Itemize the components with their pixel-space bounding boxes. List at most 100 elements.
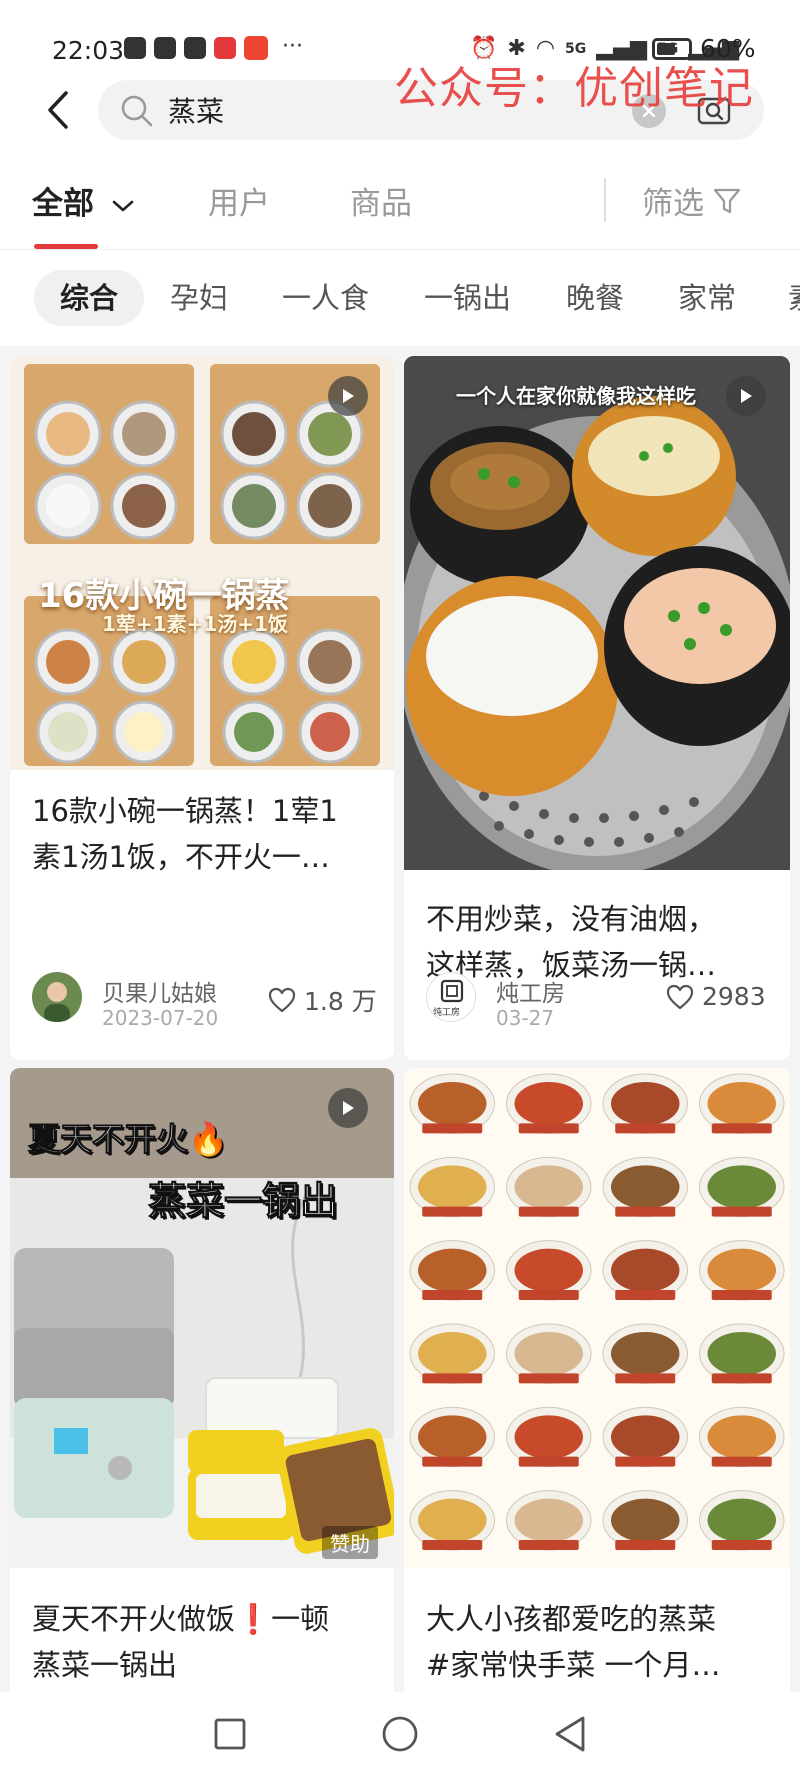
chevron-left-icon xyxy=(48,91,68,129)
collage-label-band xyxy=(422,1123,483,1134)
collage-dish xyxy=(707,1498,776,1542)
tab-products[interactable]: 商品 xyxy=(350,178,412,223)
notification-icons xyxy=(124,36,268,60)
wechat-icon xyxy=(184,37,206,59)
active-tab-indicator xyxy=(34,244,98,249)
cover-overlay-subtitle: 蒸菜一锅出 xyxy=(147,1179,339,1224)
collage-label-band xyxy=(711,1123,772,1134)
card-cover-image xyxy=(404,1068,790,1568)
back-button[interactable] xyxy=(38,82,78,138)
collage-dish xyxy=(514,1248,583,1292)
video-play-icon xyxy=(726,376,766,416)
watermark-text: 公众号：优创笔记 xyxy=(394,63,754,114)
collage-dish xyxy=(707,1415,776,1459)
collage-dish xyxy=(418,1498,487,1542)
collage-dish xyxy=(611,1082,680,1126)
filter-label: 筛选 xyxy=(642,186,704,222)
post-date: 2023-07-20 xyxy=(102,1006,219,1030)
status-time: 22:03 xyxy=(52,36,125,65)
search-icon xyxy=(121,95,153,127)
result-card[interactable]: 夏天不开火🔥 蒸菜一锅出 赞助 夏天不开火做饭❗一顿 蒸菜一锅出 xyxy=(10,1068,394,1692)
system-nav-bar xyxy=(0,1692,800,1776)
listen-app-icon xyxy=(244,36,268,60)
square-icon xyxy=(214,1718,246,1750)
collage-label-band xyxy=(711,1540,772,1550)
filter-button[interactable]: 筛选 xyxy=(642,178,742,223)
collage-label-band xyxy=(615,1540,676,1550)
system-back-button[interactable] xyxy=(548,1712,592,1756)
chip-one-pot[interactable]: 一锅出 xyxy=(424,270,511,326)
collage-dish xyxy=(514,1415,583,1459)
card-cover-image: 一个人在家你就像我这样吃 xyxy=(404,356,790,870)
collage-label-band xyxy=(518,1456,579,1467)
like-button[interactable]: 2983 xyxy=(666,982,766,1011)
collage-dish xyxy=(418,1248,487,1292)
tab-users[interactable]: 用户 xyxy=(208,178,270,223)
post-date: 03-27 xyxy=(496,1006,555,1030)
recent-apps-button[interactable] xyxy=(208,1712,252,1756)
collage-dish xyxy=(707,1248,776,1292)
heart-icon xyxy=(666,984,694,1009)
result-card[interactable]: 大人小孩都爱吃的蒸菜 #家常快手菜 一个月… xyxy=(404,1068,790,1692)
card-title-line2: 蒸菜一锅出 xyxy=(32,1648,178,1682)
author-name[interactable]: 炖工房 xyxy=(496,974,565,1008)
chip-comprehensive[interactable]: 综合 xyxy=(34,270,144,326)
collage-label-band xyxy=(422,1373,483,1384)
author-name[interactable]: 贝果儿姑娘 xyxy=(102,974,217,1008)
collage-label-band xyxy=(518,1540,579,1550)
tab-all-label: 全部 xyxy=(32,186,94,222)
collage-dish xyxy=(514,1165,583,1209)
tab-all[interactable]: 全部 xyxy=(32,178,135,223)
home-button[interactable] xyxy=(378,1712,422,1756)
chevron-down-icon xyxy=(112,200,134,212)
chip-homestyle[interactable]: 家常 xyxy=(678,270,736,326)
collage-dish xyxy=(514,1498,583,1542)
collage-label-band xyxy=(422,1290,483,1300)
check-icon xyxy=(154,37,176,59)
card-title-line1: 16款小碗一锅蒸！1荤1 xyxy=(32,794,338,828)
collage-label-band xyxy=(518,1123,579,1134)
collage-label-band xyxy=(615,1373,676,1384)
bowls-tray-image xyxy=(24,364,380,766)
chip-vegetarian[interactable]: 素 xyxy=(788,270,800,326)
collage-label-band xyxy=(518,1373,579,1384)
collage-label-band xyxy=(422,1540,483,1550)
collage-label-band xyxy=(711,1456,772,1467)
collage-dish xyxy=(611,1248,680,1292)
cover-overlay-title: 夏天不开火🔥 xyxy=(28,1120,229,1159)
avatar-brand-text: 炖工房 xyxy=(433,1008,461,1018)
chip-solo-meal[interactable]: 一人食 xyxy=(282,270,369,326)
collage-dish xyxy=(611,1165,680,1209)
more-notifications-icon: ··· xyxy=(282,34,303,59)
circle-icon xyxy=(382,1716,418,1752)
chip-dinner[interactable]: 晚餐 xyxy=(566,270,624,326)
card-title: 16款小碗一锅蒸！1荤1 素1汤1饭，不开火一… xyxy=(32,788,382,880)
cover-overlay-subtitle: 1荤+1素+1汤+1饭 xyxy=(102,612,288,636)
card-title-line2: 素1汤1饭，不开火一… xyxy=(32,840,330,874)
collage-dish xyxy=(707,1082,776,1126)
result-card[interactable]: 16款小碗一锅蒸 1荤+1素+1汤+1饭 16款小碗一锅蒸！1荤1 素1汤1饭，… xyxy=(10,356,394,1060)
collage-label-band xyxy=(711,1290,772,1300)
collage-dish xyxy=(707,1332,776,1376)
sponsored-badge: 赞助 xyxy=(322,1526,378,1559)
avatar[interactable]: 炖工房 xyxy=(426,972,476,1022)
avatar[interactable] xyxy=(32,972,82,1022)
results-feed: 16款小碗一锅蒸 1荤+1素+1汤+1饭 16款小碗一锅蒸！1荤1 素1汤1饭，… xyxy=(0,346,800,1692)
chip-pregnant[interactable]: 孕妇 xyxy=(170,270,228,326)
collage-dish xyxy=(418,1082,487,1126)
collage-label-band xyxy=(518,1290,579,1300)
result-card[interactable]: 一个人在家你就像我这样吃 不用炒菜，没有油烟， 这样蒸，饭菜汤一锅… xyxy=(404,356,790,1060)
card-footer: 炖工房 炖工房 03-27 2983 xyxy=(404,968,790,1060)
category-chips: 综合 孕妇 一人食 一锅出 晚餐 家常 素 xyxy=(0,250,800,346)
like-button[interactable]: 1.8 万 xyxy=(268,982,377,1018)
card-cover-image: 16款小碗一锅蒸 1荤+1素+1汤+1饭 xyxy=(10,356,394,770)
card-title: 大人小孩都爱吃的蒸菜 #家常快手菜 一个月… xyxy=(426,1596,776,1688)
cover-overlay-title: 一个人在家你就像我这样吃 xyxy=(456,384,696,408)
dish-collage-image xyxy=(409,1073,785,1551)
card-title-line2: #家常快手菜 一个月… xyxy=(426,1648,721,1682)
collage-label-band xyxy=(711,1206,772,1217)
collage-label-band xyxy=(615,1456,676,1467)
collage-label-band xyxy=(615,1290,676,1300)
collage-dish xyxy=(611,1332,680,1376)
heart-icon xyxy=(268,987,296,1013)
